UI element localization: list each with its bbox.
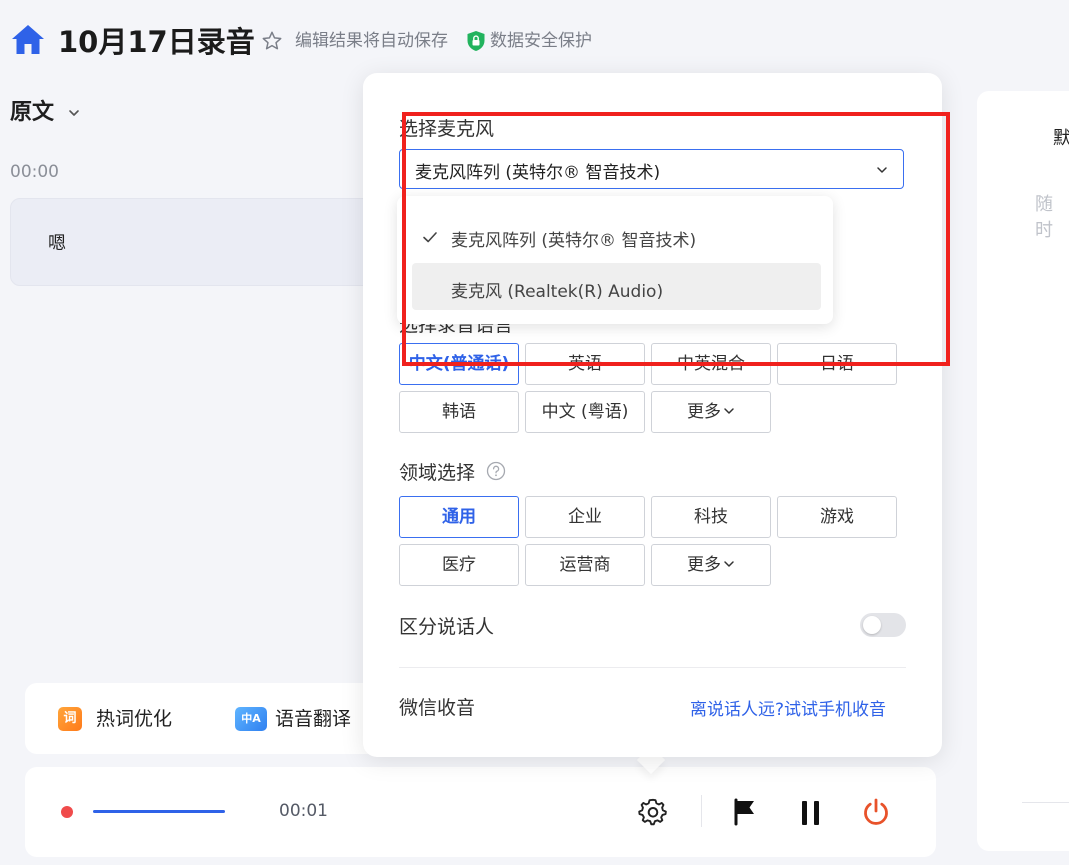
transcript-text[interactable]: 嗯 [48, 229, 66, 255]
hotword-button[interactable]: 热词优化 [96, 706, 172, 732]
home-icon[interactable] [10, 22, 46, 58]
chevron-down-icon [724, 560, 734, 567]
transcript-segment[interactable] [10, 198, 412, 286]
right-panel-placeholder: 随时 [1035, 194, 1053, 241]
recording-waveform [93, 810, 225, 813]
shield-lock-icon [467, 31, 485, 51]
mic-section-label: 选择麦克风 [399, 118, 495, 140]
domain-chip-medical[interactable]: 医疗 [399, 544, 519, 586]
domain-chip-general[interactable]: 通用 [399, 496, 519, 538]
hotword-icon[interactable]: 词 [58, 707, 82, 731]
security-note: 数据安全保护 [490, 31, 592, 51]
domain-chip-enterprise[interactable]: 企业 [525, 496, 645, 538]
more-label: 更多 [687, 555, 721, 575]
toggle-knob[interactable] [863, 616, 881, 634]
toolbar-divider [701, 795, 702, 827]
wechat-capture-label: 微信收音 [399, 697, 476, 719]
more-label: 更多 [687, 402, 721, 422]
domain-section-label: 领域选择 [399, 462, 476, 484]
mic-select-value[interactable]: 麦克风阵列 (英特尔® 智音技术) [415, 158, 660, 183]
stop-power-icon[interactable] [861, 797, 891, 827]
segment-timestamp: 00:00 [10, 162, 59, 182]
domain-chip-tech[interactable]: 科技 [651, 496, 771, 538]
right-panel-text: 默 [1053, 128, 1069, 149]
mic-option-realtek[interactable]: 麦克风 (Realtek(R) Audio) [451, 277, 663, 302]
view-mode-selector[interactable]: 原文 [10, 98, 54, 128]
pause-icon[interactable] [799, 800, 823, 826]
translate-button[interactable]: 语音翻译 [275, 706, 351, 732]
star-icon[interactable] [261, 30, 283, 52]
elapsed-time: 00:01 [279, 801, 328, 821]
language-chip-mandarin[interactable]: 中文(普通话) [399, 343, 519, 385]
speaker-separation-label: 区分说话人 [399, 616, 495, 638]
domain-chip-gaming[interactable]: 游戏 [777, 496, 897, 538]
flag-icon[interactable] [733, 798, 757, 826]
language-chip-japanese[interactable]: 日语 [777, 343, 897, 385]
recording-indicator [61, 806, 73, 818]
domain-more-button[interactable]: 更多 [651, 544, 771, 586]
section-divider [399, 667, 906, 668]
phone-capture-link[interactable]: 离说话人远?试试手机收音 [690, 695, 886, 720]
autosave-note: 编辑结果将自动保存 [295, 31, 448, 51]
domain-chip-carrier[interactable]: 运营商 [525, 544, 645, 586]
chevron-down-icon[interactable] [875, 163, 889, 177]
divider [1022, 802, 1069, 803]
page-title: 10月17日录音 [58, 25, 255, 59]
chevron-down-icon[interactable] [67, 106, 81, 120]
check-icon [423, 232, 437, 243]
language-more-button[interactable]: 更多 [651, 391, 771, 433]
translate-icon[interactable]: 中A [235, 707, 267, 731]
help-icon[interactable] [486, 461, 506, 481]
language-chip-english[interactable]: 英语 [525, 343, 645, 385]
chevron-down-icon [724, 407, 734, 414]
mic-option-array[interactable]: 麦克风阵列 (英特尔® 智音技术) [451, 226, 696, 251]
language-chip-korean[interactable]: 韩语 [399, 391, 519, 433]
language-chip-cantonese[interactable]: 中文 (粤语) [525, 391, 645, 433]
gear-icon[interactable] [638, 797, 668, 827]
language-chip-mixed[interactable]: 中英混合 [651, 343, 771, 385]
